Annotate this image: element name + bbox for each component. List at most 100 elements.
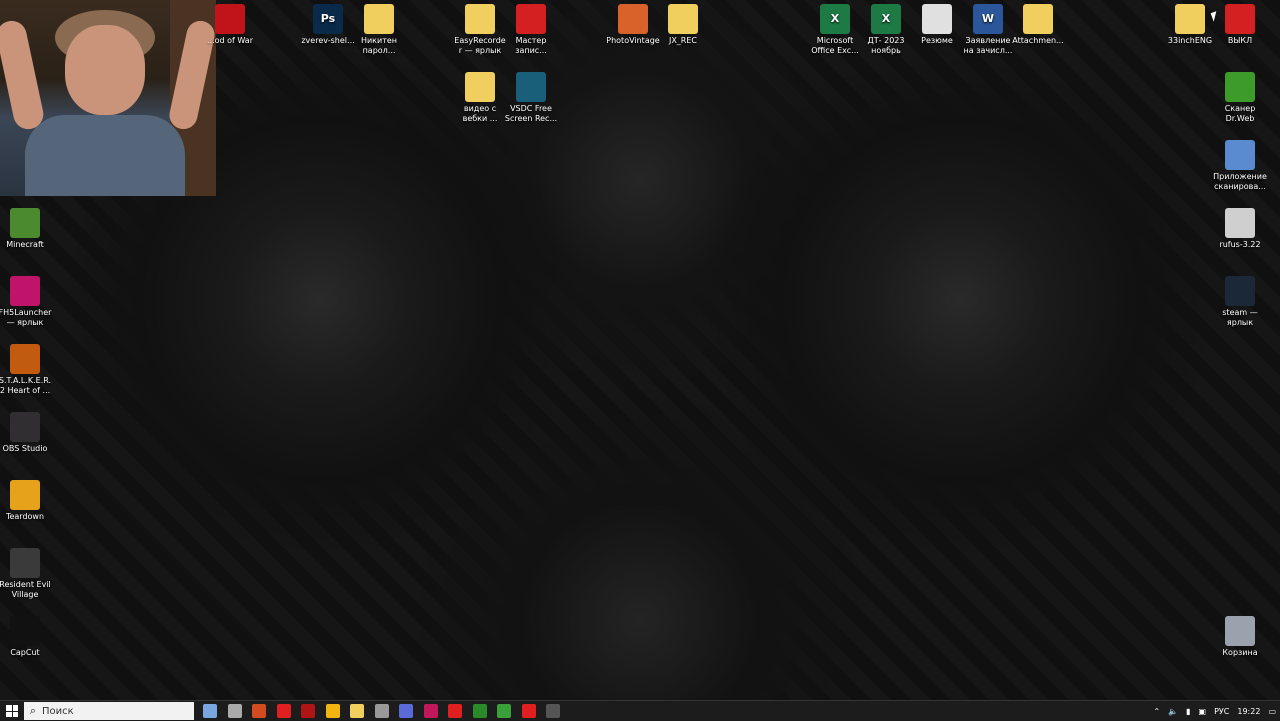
word-file-icon: W bbox=[973, 4, 1003, 34]
desktop-icon[interactable]: Teardown bbox=[0, 480, 52, 522]
desktop-icon[interactable]: OBS Studio bbox=[0, 412, 52, 454]
windows-logo-icon bbox=[6, 705, 18, 717]
folder-icon bbox=[1023, 4, 1053, 34]
microphone-icon[interactable]: ▮ bbox=[1186, 707, 1190, 716]
desktop-icon[interactable]: steam — ярлык bbox=[1213, 276, 1267, 328]
desktop-icon-label: Приложение сканирова... bbox=[1213, 172, 1267, 191]
recorder-active-icon[interactable] bbox=[521, 704, 536, 718]
desktop-icon[interactable]: Minecraft bbox=[0, 208, 52, 250]
desktop-icon[interactable]: S.T.A.L.K.E.R. 2 Heart of ... bbox=[0, 344, 52, 396]
desktop-icon-label: Minecraft bbox=[6, 240, 44, 249]
desktop-icon[interactable]: Резюме bbox=[910, 4, 964, 46]
taskbar-search[interactable]: ⌕ Поиск bbox=[24, 702, 194, 720]
explorer-icon[interactable] bbox=[350, 704, 364, 718]
drweb-icon bbox=[1225, 72, 1255, 102]
pdf-icon bbox=[922, 4, 952, 34]
desktop-icon-label: zverev-shel... bbox=[301, 36, 355, 45]
power-icon bbox=[1225, 4, 1255, 34]
webcam-person-head bbox=[65, 25, 145, 115]
fh5-icon bbox=[10, 276, 40, 306]
people-icon[interactable] bbox=[203, 704, 217, 718]
editor-icon[interactable] bbox=[399, 704, 413, 718]
desktop-icon-label: EasyRecorder — ярлык bbox=[454, 36, 506, 55]
folder-icon bbox=[668, 4, 698, 34]
desktop-icon[interactable]: rufus-3.22 bbox=[1213, 208, 1267, 250]
desktop-icon[interactable]: Корзина bbox=[1213, 616, 1267, 658]
chrome-icon[interactable] bbox=[325, 704, 340, 718]
webcam-person-body bbox=[25, 115, 185, 196]
yandex-icon[interactable] bbox=[276, 704, 291, 718]
desktop-icon-label: VSDC Free Screen Rec... bbox=[504, 104, 558, 123]
desktop-icon[interactable]: ...od of War bbox=[203, 4, 257, 46]
desktop-icon-label: Корзина bbox=[1222, 648, 1258, 657]
desktop-icon[interactable]: FH5Launcher — ярлык bbox=[0, 276, 52, 328]
desktop: ...od of War Ps zverev-shel... Никитен паро… bbox=[0, 0, 1280, 700]
desktop-icon-label: ...od of War bbox=[207, 36, 253, 45]
desktop-icon-label: rufus-3.22 bbox=[1219, 240, 1261, 249]
record-icon[interactable] bbox=[448, 704, 462, 718]
desktop-icon[interactable]: EasyRecorder — ярлык bbox=[453, 4, 507, 56]
teardown-icon bbox=[10, 480, 40, 510]
game-icon[interactable] bbox=[252, 704, 266, 718]
desktop-icon-label: OBS Studio bbox=[2, 444, 48, 453]
app-64-icon[interactable] bbox=[301, 704, 315, 718]
language-indicator[interactable]: РУС bbox=[1214, 707, 1229, 716]
notifications-icon[interactable]: ▭ bbox=[1268, 707, 1276, 716]
desktop-icon[interactable]: Приложение сканирова... bbox=[1213, 140, 1267, 192]
desktop-icon[interactable]: W Заявление на зачисл... bbox=[961, 4, 1015, 56]
mail-icon[interactable] bbox=[423, 704, 438, 718]
desktop-icon-label: Заявление на зачисл... bbox=[963, 36, 1013, 55]
desktop-icon[interactable]: ВЫКЛ bbox=[1213, 4, 1267, 46]
desktop-icon-label: steam — ярлык bbox=[1222, 308, 1258, 327]
desktop-icon[interactable]: VSDC Free Screen Rec... bbox=[504, 72, 558, 124]
settings-icon[interactable] bbox=[374, 704, 389, 718]
task-view-icon[interactable] bbox=[227, 704, 242, 718]
vsdc-icon bbox=[516, 72, 546, 102]
obs-taskbar-icon[interactable] bbox=[546, 704, 560, 718]
steam-icon bbox=[1225, 276, 1255, 306]
system-tray: ⌃ 🔈 ▮ ▣ РУС 19:22 ▭ bbox=[1149, 701, 1280, 721]
excel-icon: X bbox=[820, 4, 850, 34]
desktop-icon-label: CapCut bbox=[10, 648, 40, 657]
start-button[interactable] bbox=[0, 701, 24, 721]
scanner-icon bbox=[1225, 140, 1255, 170]
desktop-icon[interactable]: Attachmen... bbox=[1011, 4, 1065, 46]
desktop-icon[interactable]: X Microsoft Office Exc... bbox=[808, 4, 862, 56]
volume-icon[interactable]: 🔈 bbox=[1168, 707, 1178, 716]
recycle-bin-icon bbox=[1225, 616, 1255, 646]
desktop-icon-label: FH5Launcher — ярлык bbox=[0, 308, 52, 327]
obs-icon bbox=[10, 412, 40, 442]
desktop-icon[interactable]: PhotoVintage bbox=[606, 4, 660, 46]
desktop-icon[interactable]: видео с вебки ... bbox=[453, 72, 507, 124]
green-app-icon[interactable] bbox=[472, 704, 487, 718]
search-input[interactable]: Поиск bbox=[42, 706, 74, 717]
clock[interactable]: 19:22 bbox=[1237, 707, 1260, 716]
re-village-icon bbox=[10, 548, 40, 578]
desktop-icon[interactable]: X ДТ- 2023 ноябрь bbox=[859, 4, 913, 56]
desktop-icon[interactable]: CapCut bbox=[0, 616, 52, 658]
desktop-icon-label: Attachmen... bbox=[1012, 36, 1064, 45]
desktop-icon[interactable]: Мастер запис... bbox=[504, 4, 558, 56]
search-icon: ⌕ bbox=[29, 704, 37, 717]
desktop-icon-label: 33inchENG bbox=[1167, 36, 1213, 45]
network-icon[interactable]: ▣ bbox=[1199, 707, 1207, 716]
stalker-icon bbox=[10, 344, 40, 374]
usb-icon bbox=[1225, 208, 1255, 238]
globe-icon[interactable] bbox=[497, 704, 511, 718]
desktop-icon-label: Сканер Dr.Web bbox=[1224, 104, 1256, 123]
desktop-icon-label: видео с вебки ... bbox=[462, 104, 498, 123]
desktop-icon[interactable]: Сканер Dr.Web bbox=[1213, 72, 1267, 124]
webcam-person-arm bbox=[0, 18, 47, 132]
excel-file-icon: X bbox=[871, 4, 901, 34]
desktop-icon-label: JX_REC bbox=[668, 36, 698, 45]
desktop-icon-label: Microsoft Office Exc... bbox=[811, 36, 859, 55]
desktop-icon[interactable]: JX_REC bbox=[656, 4, 710, 46]
tray-chevron-icon[interactable]: ⌃ bbox=[1153, 707, 1160, 716]
folder-icon bbox=[1175, 4, 1205, 34]
desktop-icon[interactable]: Ps zverev-shel... bbox=[301, 4, 355, 46]
desktop-icon[interactable]: Resident Evil Village bbox=[0, 548, 52, 600]
minecraft-icon bbox=[10, 208, 40, 238]
desktop-icon[interactable]: 33inchENG bbox=[1163, 4, 1217, 46]
folder-icon bbox=[465, 72, 495, 102]
desktop-icon[interactable]: Никитен парол... bbox=[352, 4, 406, 56]
